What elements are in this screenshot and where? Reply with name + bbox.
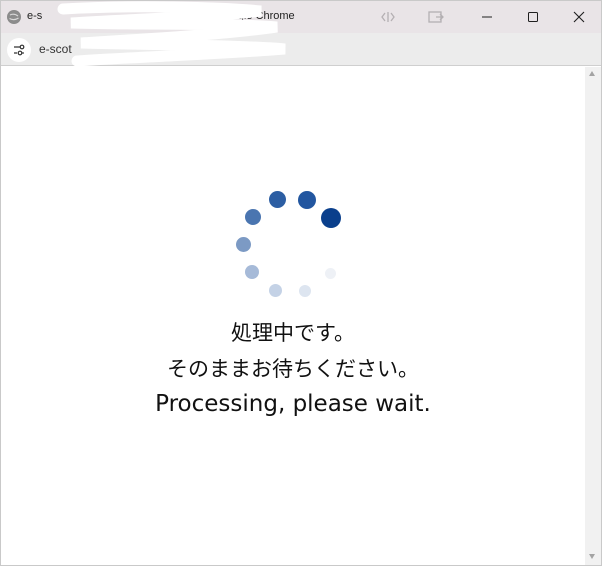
spinner-dot xyxy=(236,237,251,252)
close-button[interactable] xyxy=(556,1,602,33)
spinner-dot xyxy=(245,265,259,279)
window-app-name: Google Chrome xyxy=(217,10,295,22)
loading-spinner-icon xyxy=(231,187,343,299)
url-text[interactable]: e-scot xyxy=(39,42,72,56)
spinner-dot xyxy=(325,268,336,279)
window-title: e-s Google Chrome xyxy=(27,10,295,22)
processing-message-ja-line1: 処理中です。 xyxy=(231,321,355,345)
minimize-icon xyxy=(481,11,493,23)
minimize-button[interactable] xyxy=(464,1,510,33)
processing-message-en: Processing, please wait. xyxy=(155,391,431,417)
spinner-dot xyxy=(298,191,316,209)
title-bar: e-s Google Chrome xyxy=(1,1,601,33)
close-icon xyxy=(573,11,585,23)
vertical-scrollbar[interactable] xyxy=(585,67,601,565)
processing-message-ja-line2: そのままお待ちください。 xyxy=(167,357,419,381)
split-view-icon[interactable] xyxy=(378,7,398,27)
address-bar[interactable]: e-scot xyxy=(1,33,601,66)
maximize-button[interactable] xyxy=(510,1,556,33)
spinner-dot xyxy=(299,285,311,297)
site-settings-icon[interactable] xyxy=(7,38,31,62)
globe-icon xyxy=(7,10,21,24)
spinner-dot xyxy=(321,208,341,228)
spinner-dot xyxy=(269,284,282,297)
scroll-up-arrow-icon[interactable] xyxy=(589,71,595,76)
page-viewport: 処理中です。 そのままお待ちください。 Processing, please w… xyxy=(1,67,585,565)
maximize-icon xyxy=(527,11,539,23)
scroll-down-arrow-icon[interactable] xyxy=(589,554,595,559)
spinner-dot xyxy=(269,191,286,208)
spinner-dot xyxy=(245,209,261,225)
browser-window: e-s Google Chrome e-scot 処理中です。 そのままお待ちく… xyxy=(0,0,602,566)
open-in-window-icon[interactable] xyxy=(426,7,446,27)
window-title-prefix: e-s xyxy=(27,10,43,22)
